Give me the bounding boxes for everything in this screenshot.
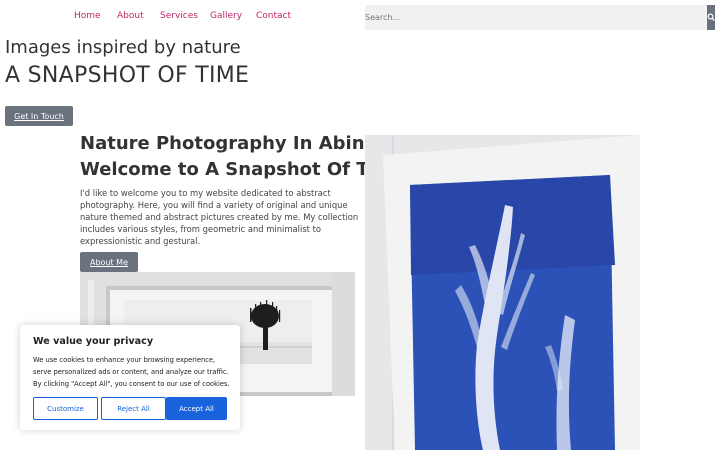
hero-subtitle: Images inspired by nature xyxy=(5,37,241,58)
nav-home[interactable]: Home xyxy=(74,11,101,21)
cookie-consent-dialog: We value your privacy We use cookies to … xyxy=(20,325,240,430)
reject-all-button[interactable]: Reject All xyxy=(101,397,166,420)
about-me-button[interactable]: About Me xyxy=(80,252,138,272)
search-button[interactable] xyxy=(707,5,715,30)
customize-button[interactable]: Customize xyxy=(33,397,98,420)
get-in-touch-button[interactable]: Get In Touch xyxy=(5,106,73,126)
nav-contact[interactable]: Contact xyxy=(256,11,291,21)
cookie-title: We value your privacy xyxy=(33,336,154,347)
search-bar xyxy=(365,5,715,30)
nav-about[interactable]: About xyxy=(117,11,144,21)
hero-title: A SNAPSHOT OF TIME xyxy=(5,63,250,88)
section-subheading: Welcome to A Snapshot Of Time xyxy=(80,159,406,180)
accept-all-button[interactable]: Accept All xyxy=(166,397,227,420)
search-icon xyxy=(707,13,715,22)
search-input[interactable] xyxy=(365,5,707,30)
main-nav: Home About Services Gallery Contact xyxy=(0,0,360,34)
framed-sky-photo xyxy=(365,135,640,450)
intro-paragraph: I'd like to welcome you to my website de… xyxy=(80,188,359,246)
nav-services[interactable]: Services xyxy=(160,11,198,21)
cookie-message: We use cookies to enhance your browsing … xyxy=(33,356,230,388)
nav-gallery[interactable]: Gallery xyxy=(210,11,242,21)
